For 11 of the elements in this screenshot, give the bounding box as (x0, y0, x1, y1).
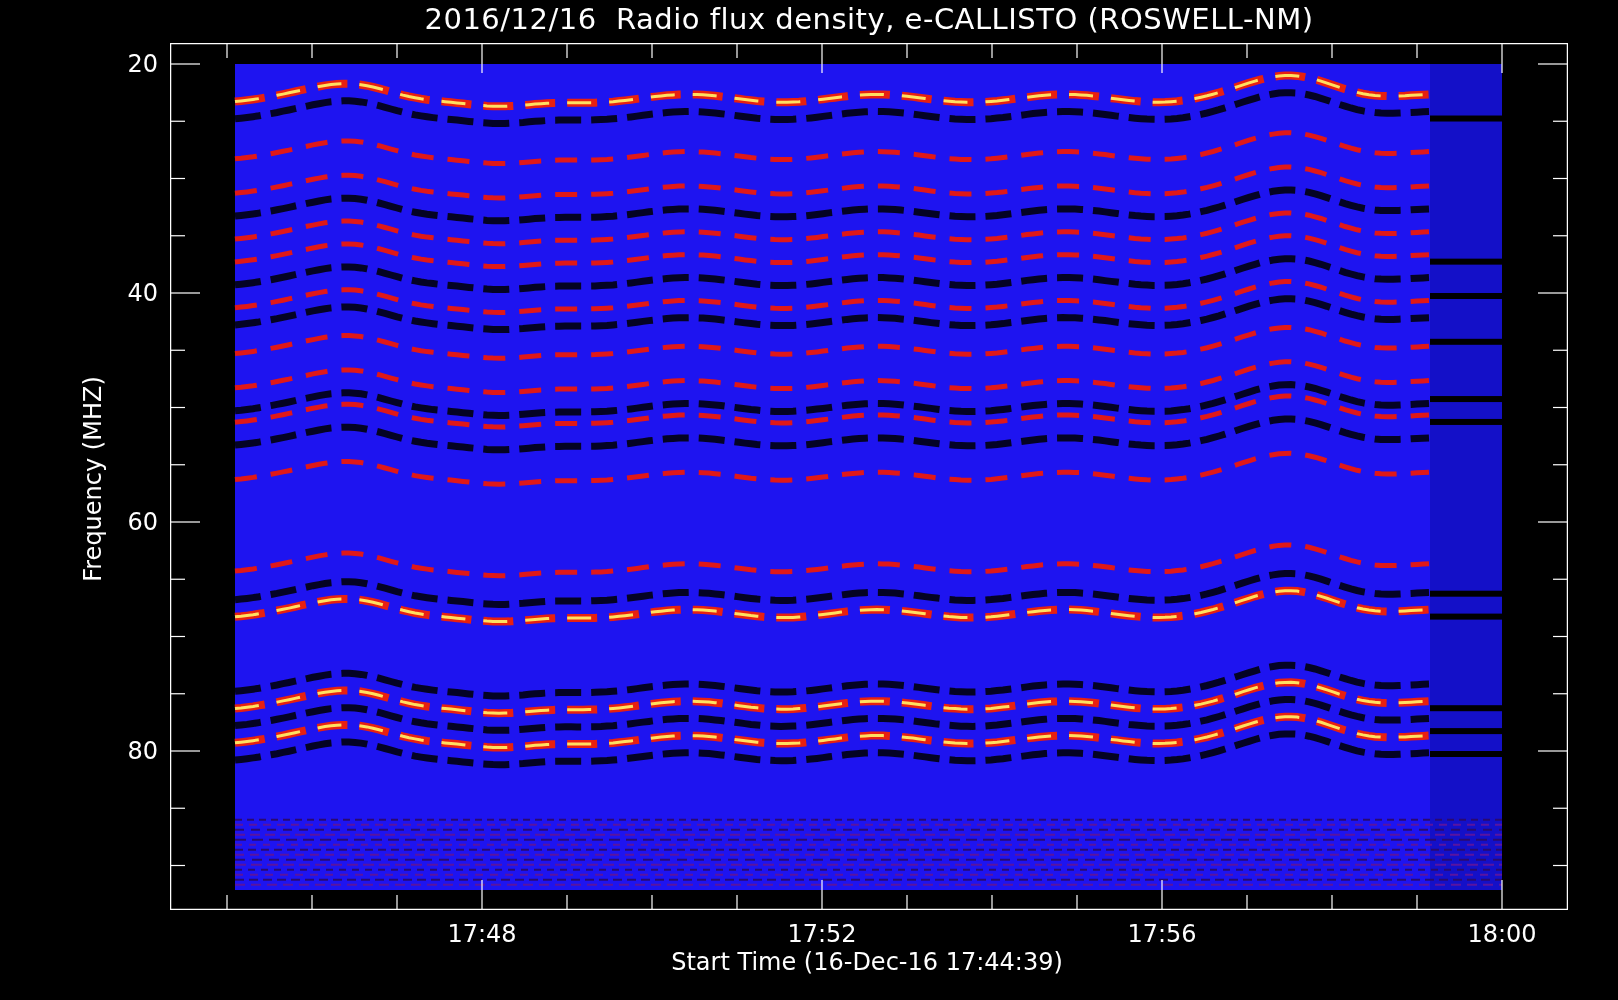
y-tick-label: 60 (127, 508, 158, 536)
x-axis-label: Start Time (16-Dec-16 17:44:39) (671, 947, 1063, 977)
y-tick-label: 80 (127, 737, 158, 765)
chart-title: 2016/12/16 Radio flux density, e-CALLISTO (ROSWELL-NM) (424, 1, 1314, 38)
y-axis-label: Frequency (MHZ) (79, 376, 107, 582)
x-tick-label: 17:48 (447, 920, 517, 948)
x-tick-label: 17:56 (1127, 920, 1197, 948)
y-tick-label: 40 (127, 279, 158, 307)
x-tick-label: 18:00 (1467, 920, 1537, 948)
x-tick-label: 17:52 (787, 920, 857, 948)
y-tick-label: 20 (127, 50, 158, 78)
